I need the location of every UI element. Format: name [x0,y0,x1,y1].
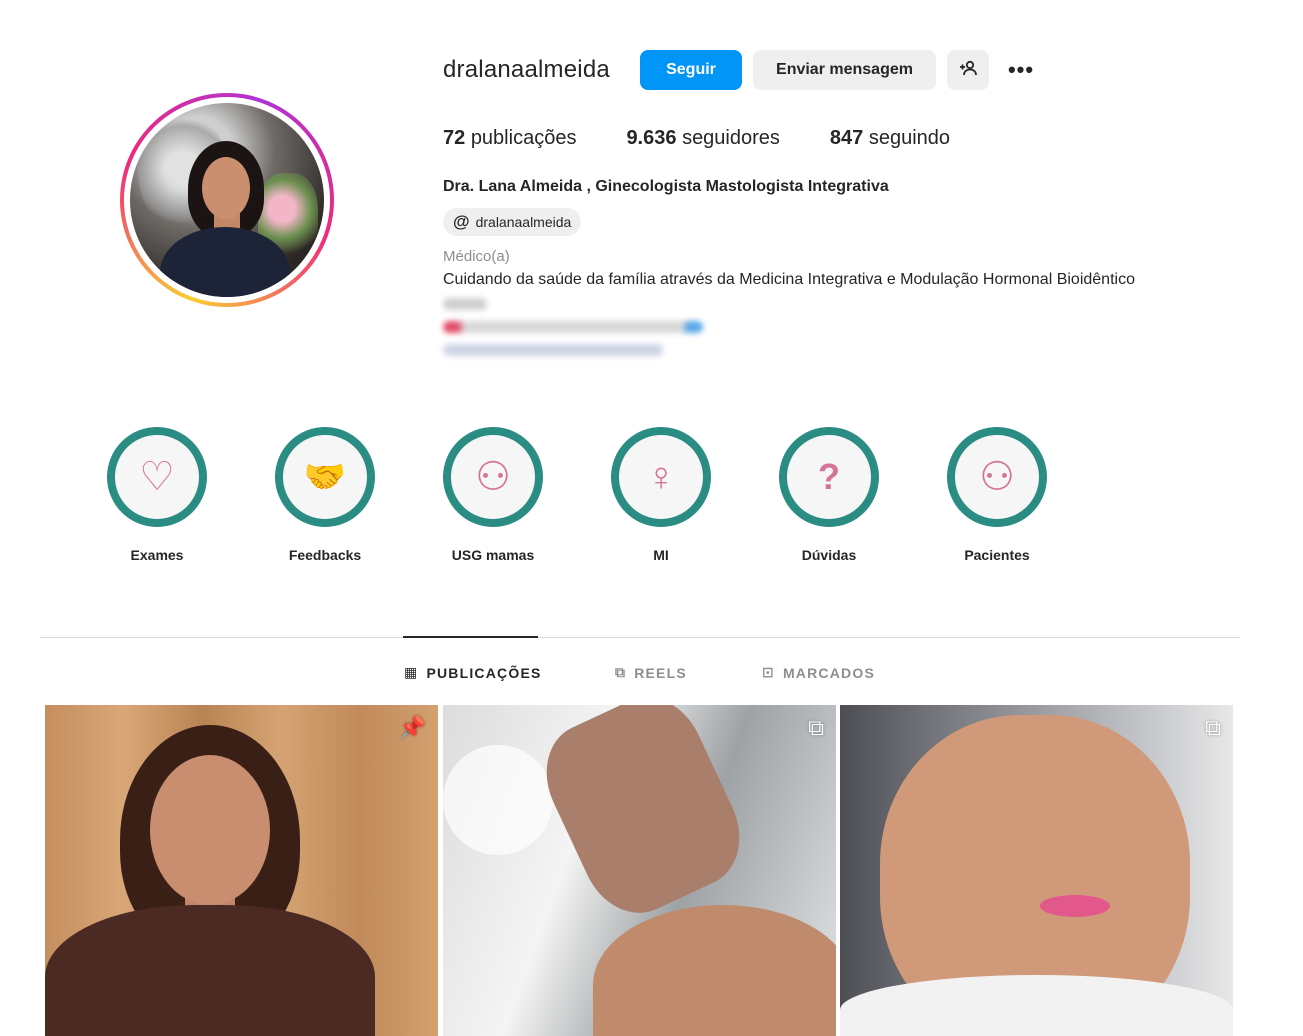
highlight-feedbacks[interactable]: 🤝 Feedbacks [270,427,380,563]
blurred-bio-line [443,298,487,310]
add-user-button[interactable] [947,50,989,90]
active-tab-indicator [403,636,538,638]
follow-button[interactable]: Seguir [640,50,742,90]
heart-plus-icon: ♡ [139,455,175,499]
highlight-duvidas[interactable]: ? Dúvidas [774,427,884,563]
post-image-face [593,905,836,1036]
highlight-ring: 🤝 [275,427,375,527]
more-options-button[interactable]: ••• [1001,50,1041,90]
tagged-icon: ⊡ [762,664,775,680]
avatar[interactable] [130,103,324,297]
following-count: 847 [829,127,864,149]
blurred-contact-line[interactable] [443,321,703,333]
profile-stats: 72 publicações 9.636 seguidores 847 segu… [443,127,950,150]
post-image-face [150,755,270,905]
followers-stat[interactable]: 9.636 seguidores [626,127,779,150]
tab-publicacoes[interactable]: ▦ PUBLICAÇÕES [404,664,542,681]
tab-label: PUBLICAÇÕES [426,664,542,681]
handshake-icon: 🤝 [303,458,347,496]
profile-category: Médico(a) [443,248,510,265]
highlight-mi[interactable]: ♀ MI [606,427,716,563]
blurred-link-line[interactable] [443,344,663,356]
highlight-label: MI [653,547,669,563]
threads-handle: dralanaalmeida [475,214,572,230]
profile-avatar-ring[interactable] [120,93,334,307]
more-icon: ••• [1007,57,1035,82]
send-message-button[interactable]: Enviar mensagem [753,50,936,90]
posts-stat[interactable]: 72 publicações [443,127,576,150]
post-image-lips [1040,895,1110,917]
highlight-ring: ♡ [107,427,207,527]
pin-icon: 📌 [398,715,426,740]
avatar-border [124,97,330,303]
add-user-icon [959,60,977,80]
woman-icon: ⚇ [475,455,511,499]
post-image-arm [528,705,758,930]
profile-bio: Cuidando da saúde da família através da … [443,271,1135,288]
post-image-bottle [443,745,553,855]
highlight-label: USG mamas [451,547,535,563]
posts-label: publicações [470,127,577,149]
highlight-pacientes[interactable]: ⚇ Pacientes [942,427,1052,563]
profile-username: dralanaalmeida [443,56,610,83]
tab-label: MARCADOS [782,664,875,681]
threads-link[interactable]: @ dralanaalmeida [443,208,582,236]
tab-label: REELS [634,664,687,681]
avatar-face [202,157,250,219]
followers-label: seguidores [682,127,780,149]
question-bubble-icon: ? [818,456,840,497]
highlight-exames[interactable]: ♡ Exames [102,427,212,563]
followers-count: 9.636 [626,127,677,149]
highlight-ring: ♀ [611,427,711,527]
tabs-divider [40,637,1240,638]
post-image-body [45,905,375,1036]
highlight-usg-mamas[interactable]: ⚇ USG mamas [438,427,548,563]
post-image-collar [840,975,1233,1036]
woman-icon: ⚇ [979,455,1015,499]
highlight-label: Pacientes [964,547,1030,563]
reels-icon: ⧉ [615,664,627,680]
tab-reels[interactable]: ⧉ REELS [615,664,687,681]
highlight-label: Exames [130,547,184,563]
highlight-ring: ? [779,427,879,527]
tab-marcados[interactable]: ⊡ MARCADOS [762,664,875,681]
highlight-ring: ⚇ [947,427,1047,527]
threads-icon: @ [453,212,470,231]
post-thumbnail[interactable]: ⧉ [840,705,1233,1036]
highlight-label: Dúvidas [801,547,857,563]
following-label: seguindo [868,127,951,149]
reel-icon: ⧉ [808,715,824,740]
posts-count: 72 [443,127,466,149]
following-stat[interactable]: 847 seguindo [830,127,950,150]
highlight-ring: ⚇ [443,427,543,527]
post-thumbnail[interactable]: ⧉ [443,705,836,1036]
post-thumbnail[interactable]: 📌 [45,705,438,1036]
highlight-label: Feedbacks [288,547,362,563]
profile-full-name: Dra. Lana Almeida , Ginecologista Mastol… [443,178,889,195]
reel-icon: ⧉ [1205,715,1221,740]
grid-icon: ▦ [404,664,419,680]
female-symbol-icon: ♀ [646,455,676,499]
